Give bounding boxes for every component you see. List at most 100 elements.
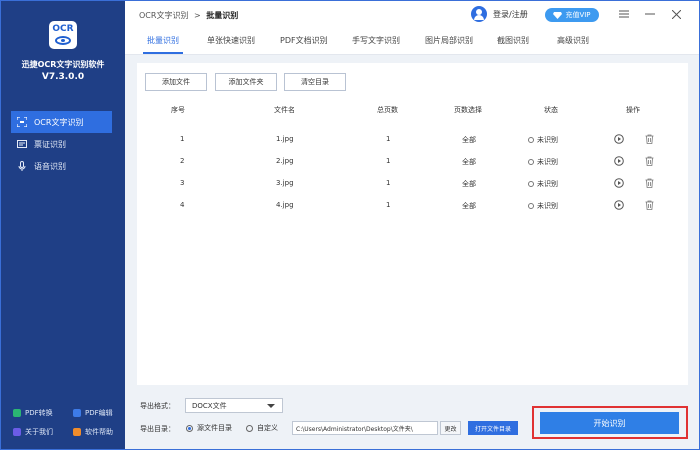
start-button-highlight: 开始识别 — [532, 406, 688, 439]
cell-index: 4 — [180, 201, 185, 209]
tab-screenshot[interactable]: 截图识别 — [497, 35, 529, 46]
sidebar-item-label: 语音识别 — [34, 161, 66, 171]
link-pdf-convert[interactable]: PDF转换 — [13, 408, 53, 418]
app-name: 迅捷OCR文字识别软件 — [21, 60, 105, 69]
cell-page-select[interactable]: 全部 — [462, 201, 476, 211]
sidebar-item-ocr[interactable]: OCR文字识别 — [11, 111, 112, 133]
export-dir-label: 导出目录： — [140, 425, 175, 433]
export-format-value: DOCX文件 — [192, 401, 227, 410]
breadcrumb-root[interactable]: OCR文字识别 — [139, 11, 188, 20]
radio-custom-dir[interactable]: 自定义 — [246, 423, 278, 433]
cell-status: 未识别 — [528, 157, 558, 167]
cell-filename: 3.jpg — [276, 179, 294, 187]
link-help[interactable]: 软件帮助 — [73, 427, 113, 437]
cell-page-select[interactable]: 全部 — [462, 157, 476, 167]
cell-page-select[interactable]: 全部 — [462, 179, 476, 189]
minimize-icon[interactable] — [643, 7, 657, 21]
login-label: 登录/注册 — [493, 9, 528, 19]
play-icon[interactable] — [613, 155, 625, 167]
table-row[interactable]: 1 1.jpg 1 全部 未识别 — [137, 129, 688, 151]
clear-list-button[interactable]: 清空目录 — [284, 73, 346, 91]
trash-icon[interactable] — [643, 177, 655, 189]
cell-index: 1 — [180, 135, 185, 143]
pdf-edit-icon — [73, 409, 81, 417]
cell-filename: 2.jpg — [276, 157, 294, 165]
sidebar-item-label: OCR文字识别 — [34, 117, 84, 127]
tab-pdf[interactable]: PDF文档识别 — [280, 35, 328, 46]
trash-icon[interactable] — [643, 133, 655, 145]
cell-status: 未识别 — [528, 135, 558, 145]
tab-batch[interactable]: 批量识别 — [147, 35, 179, 46]
sidebar: OCR 迅捷OCR文字识别软件 V7.3.0.0 OCR文字识别 票证识别 语音… — [1, 1, 125, 449]
cell-status: 未识别 — [528, 201, 558, 211]
start-recognition-button[interactable]: 开始识别 — [540, 412, 679, 434]
sidebar-item-label: 票证识别 — [34, 139, 66, 149]
vip-label: 充值VIP — [565, 11, 591, 19]
cell-pages: 1 — [386, 135, 391, 143]
export-format-select[interactable]: DOCX文件 — [185, 398, 283, 413]
cell-filename: 4.jpg — [276, 201, 294, 209]
trash-icon[interactable] — [643, 199, 655, 211]
login-button[interactable]: 登录/注册 — [471, 6, 528, 22]
tab-advanced[interactable]: 高级识别 — [557, 35, 589, 46]
column-header: 状态 — [544, 106, 558, 114]
vip-button[interactable]: 充值VIP — [545, 8, 599, 22]
table-row[interactable]: 4 4.jpg 1 全部 未识别 — [137, 195, 688, 217]
add-folder-button[interactable]: 添加文件夹 — [215, 73, 277, 91]
active-tab-indicator — [143, 52, 183, 54]
trash-icon[interactable] — [643, 155, 655, 167]
change-dir-button[interactable]: 更改 — [440, 421, 461, 435]
cell-filename: 1.jpg — [276, 135, 294, 143]
play-icon[interactable] — [613, 177, 625, 189]
tab-handwriting[interactable]: 手写文字识别 — [352, 35, 400, 46]
open-folder-button[interactable]: 打开文件目录 — [468, 421, 518, 435]
cell-status: 未识别 — [528, 179, 558, 189]
add-file-button[interactable]: 添加文件 — [145, 73, 207, 91]
export-format-label: 导出格式： — [140, 402, 175, 410]
radio-source-dir[interactable]: 源文件目录 — [186, 423, 232, 433]
cell-index: 2 — [180, 157, 185, 165]
diamond-icon — [553, 11, 563, 19]
export-path-field[interactable]: C:\Users\Administrator\Desktop\文件夹\ — [292, 421, 438, 435]
breadcrumb: OCR文字识别 > 批量识别 — [139, 10, 238, 21]
tab-partial[interactable]: 图片局部识别 — [425, 35, 473, 46]
cell-pages: 1 — [386, 157, 391, 165]
column-header: 页数选择 — [454, 106, 482, 114]
ticket-icon — [17, 139, 27, 149]
close-icon[interactable] — [669, 7, 683, 21]
sidebar-item-voice[interactable]: 语音识别 — [11, 155, 112, 177]
status-circle-icon — [528, 159, 534, 165]
radio-selected-icon — [186, 424, 193, 432]
app-window: OCR 迅捷OCR文字识别软件 V7.3.0.0 OCR文字识别 票证识别 语音… — [0, 0, 700, 450]
menu-icon[interactable] — [617, 7, 631, 21]
cell-pages: 1 — [386, 201, 391, 209]
link-about[interactable]: 关于我们 — [13, 427, 53, 437]
play-icon[interactable] — [613, 199, 625, 211]
status-circle-icon — [528, 181, 534, 187]
pdf-convert-icon — [13, 409, 21, 417]
help-icon — [73, 428, 81, 436]
logo-text: OCR — [52, 24, 74, 34]
column-header: 文件名 — [274, 106, 295, 114]
cell-pages: 1 — [386, 179, 391, 187]
breadcrumb-current: 批量识别 — [206, 11, 239, 20]
tab-single[interactable]: 单张快速识别 — [207, 35, 255, 46]
eye-icon — [55, 36, 71, 45]
cell-page-select[interactable]: 全部 — [462, 135, 476, 145]
radio-unselected-icon — [246, 424, 253, 432]
sidebar-item-ticket[interactable]: 票证识别 — [11, 133, 112, 155]
chevron-down-icon — [267, 404, 275, 408]
ocr-icon — [17, 117, 27, 127]
link-pdf-edit[interactable]: PDF编辑 — [73, 408, 113, 418]
top-bar: OCR文字识别 > 批量识别 登录/注册 充值VIP — [125, 1, 699, 29]
table-row[interactable]: 3 3.jpg 1 全部 未识别 — [137, 173, 688, 195]
table-row[interactable]: 2 2.jpg 1 全部 未识别 — [137, 151, 688, 173]
about-icon — [13, 428, 21, 436]
file-list-panel: 添加文件 添加文件夹 清空目录 序号 文件名 总页数 页数选择 状态 操作 1 … — [137, 63, 688, 385]
column-header: 序号 — [171, 106, 185, 114]
table-header: 序号 文件名 总页数 页数选择 状态 操作 — [137, 99, 688, 119]
tab-bar: 批量识别 单张快速识别 PDF文档识别 手写文字识别 图片局部识别 截图识别 高… — [125, 29, 699, 55]
microphone-icon — [17, 161, 27, 171]
status-circle-icon — [528, 137, 534, 143]
play-icon[interactable] — [613, 133, 625, 145]
